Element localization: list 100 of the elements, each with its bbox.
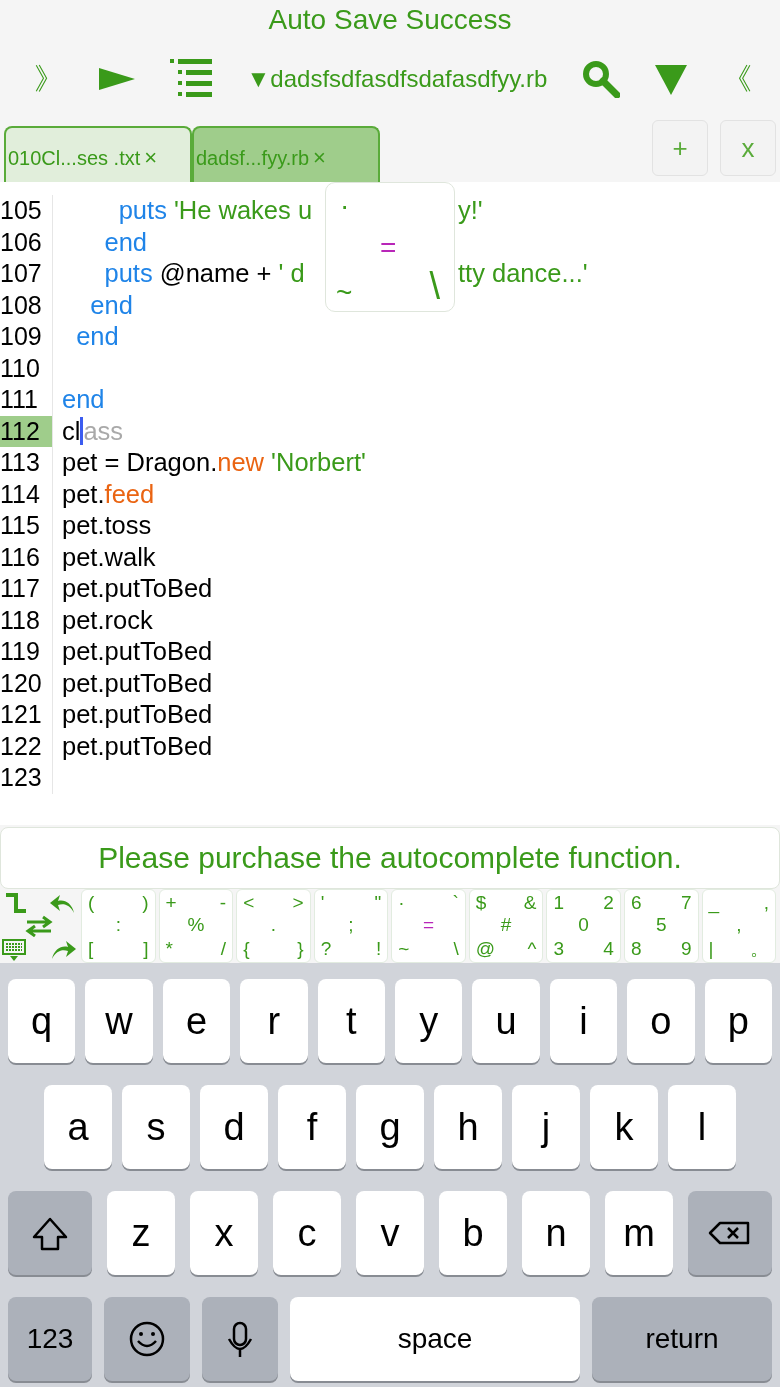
letter-key[interactable]: z: [107, 1191, 175, 1275]
letter-key[interactable]: f: [278, 1085, 346, 1169]
key-symbol: ;: [347, 914, 355, 936]
letter-key[interactable]: c: [273, 1191, 341, 1275]
letter-key[interactable]: l: [668, 1085, 736, 1169]
line-number: 117: [0, 573, 53, 605]
letter-key[interactable]: s: [122, 1085, 190, 1169]
symbol-key[interactable]: 1 2 0 3 4: [546, 889, 621, 963]
letter-key[interactable]: n: [522, 1191, 590, 1275]
line-number: 111: [0, 384, 53, 416]
letter-key[interactable]: a: [44, 1085, 112, 1169]
key-symbol: +: [165, 892, 177, 914]
key-symbol: ·: [340, 191, 350, 221]
symbol-key[interactable]: _ , , | 。: [701, 889, 777, 963]
letter-key[interactable]: i: [549, 979, 618, 1063]
key-symbol: @: [475, 938, 496, 960]
status-title: Auto Save Success: [267, 3, 513, 37]
code-text: pet.putToBed: [62, 730, 213, 762]
key-symbol: {: [243, 938, 250, 960]
letter-key[interactable]: j: [512, 1085, 580, 1169]
letter-key[interactable]: h: [434, 1085, 502, 1169]
string-literal: y!': [458, 195, 483, 226]
line-number: 120: [0, 667, 53, 699]
key-symbol: 5: [654, 914, 668, 936]
letter-key[interactable]: m: [605, 1191, 673, 1275]
line-number: 122: [0, 730, 53, 762]
symbol-key[interactable]: < > . { }: [236, 889, 311, 963]
line-number: 110: [0, 352, 53, 384]
key-symbol: &: [523, 892, 537, 914]
run-icon[interactable]: [98, 66, 135, 92]
purchase-notice: Please purchase the autocomplete function.: [98, 841, 682, 875]
key-symbol: |: [708, 938, 714, 960]
key-symbol: ·: [398, 892, 405, 914]
line-number: 116: [0, 541, 53, 573]
key-symbol: ,: [763, 892, 770, 914]
key-symbol: 3: [553, 938, 564, 960]
letter-key[interactable]: v: [356, 1191, 424, 1275]
line-number: 108: [0, 289, 53, 321]
code-text: pet.toss: [62, 510, 152, 541]
letter-key[interactable]: r: [240, 979, 308, 1063]
numbers-key[interactable]: 123: [8, 1297, 92, 1381]
line-number: 105: [0, 195, 53, 227]
letter-key[interactable]: q: [7, 979, 76, 1063]
key-symbol: 。: [750, 938, 770, 960]
key-symbol: 7: [680, 892, 692, 914]
key-symbol: 4: [603, 938, 614, 960]
letter-key[interactable]: e: [162, 979, 231, 1063]
code-text: pet.: [62, 478, 105, 510]
key-symbol: \: [453, 938, 459, 960]
key-symbol: =: [380, 233, 397, 263]
key-symbol: <: [243, 892, 255, 914]
letter-key[interactable]: k: [590, 1085, 658, 1169]
symbol-key[interactable]: · ` = ~ \: [391, 889, 466, 963]
letter-key[interactable]: u: [472, 979, 540, 1063]
letter-key[interactable]: x: [190, 1191, 258, 1275]
letter-key[interactable]: d: [200, 1085, 268, 1169]
key-symbol: 8: [630, 938, 642, 960]
symbol-key[interactable]: ( ) : [ ]: [81, 889, 156, 963]
letter-key[interactable]: g: [356, 1085, 424, 1169]
key-symbol: ^: [527, 938, 537, 960]
key-symbol: #: [499, 914, 513, 936]
line-number: 113: [0, 447, 53, 479]
key-symbol: ]: [143, 938, 149, 960]
code-text: pet.putToBed: [62, 699, 213, 730]
symbol-key[interactable]: $ & # @ ^: [468, 889, 544, 963]
return-key[interactable]: return: [592, 1297, 772, 1381]
outline-list-icon[interactable]: [169, 59, 212, 99]
line-number: 118: [0, 604, 53, 636]
letter-key[interactable]: o: [627, 979, 695, 1063]
code-text: pet = Dragon.: [62, 447, 218, 478]
key-symbol: !: [375, 938, 382, 960]
letter-key[interactable]: p: [704, 979, 773, 1063]
key-symbol: .: [269, 914, 278, 936]
keyword: end: [89, 289, 133, 321]
key-symbol: ,: [735, 914, 743, 936]
microphone-icon[interactable]: [202, 1297, 278, 1381]
down-triangle-icon[interactable]: [655, 63, 688, 95]
letter-key[interactable]: y: [395, 979, 463, 1063]
symbol-key[interactable]: + - % * /: [158, 889, 234, 963]
keyboard-icon[interactable]: [2, 939, 26, 961]
text-cursor: [80, 417, 84, 446]
letter-key[interactable]: t: [317, 979, 385, 1063]
letter-key[interactable]: w: [85, 979, 153, 1063]
shift-icon[interactable]: [8, 1191, 92, 1275]
symbol-key[interactable]: ' " ; ? !: [313, 889, 389, 963]
code-text: cl: [62, 415, 81, 447]
search-icon[interactable]: [582, 60, 621, 98]
line-number: 114: [0, 478, 53, 510]
key-symbol: 0: [577, 914, 590, 936]
symbol-key[interactable]: 6 7 5 8 9: [623, 889, 699, 963]
keyword: puts: [117, 195, 167, 226]
code-text: pet.putToBed: [62, 636, 213, 667]
emoji-icon[interactable]: [104, 1297, 190, 1381]
key-symbol: >: [292, 892, 304, 914]
key-symbol: /: [220, 938, 227, 960]
space-key[interactable]: space: [290, 1297, 580, 1381]
letter-key[interactable]: b: [439, 1191, 507, 1275]
method-name: new: [217, 447, 264, 478]
swap-arrows-icon[interactable]: [25, 915, 53, 937]
backspace-icon[interactable]: [688, 1191, 772, 1275]
